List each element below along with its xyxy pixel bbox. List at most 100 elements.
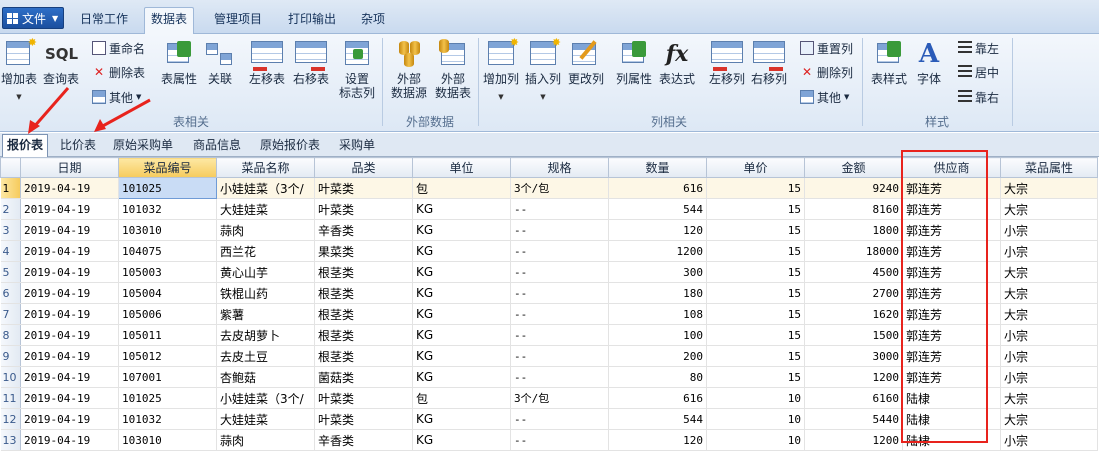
column-header[interactable]: 金额 xyxy=(804,157,903,178)
table-cell[interactable]: KG xyxy=(412,408,511,430)
table-cell[interactable]: 2019-04-19 xyxy=(20,177,119,199)
column-header[interactable]: 菜品名称 xyxy=(216,157,315,178)
table-cell[interactable]: 包 xyxy=(412,177,511,199)
table-cell[interactable]: 103010 xyxy=(118,429,217,451)
table-cell[interactable]: 铁棍山药 xyxy=(216,282,315,304)
table-cell[interactable]: 大宗 xyxy=(1000,282,1098,304)
column-header[interactable]: 数量 xyxy=(608,157,707,178)
column-header[interactable]: 菜品属性 xyxy=(1000,157,1098,178)
table-cell[interactable]: 郭连芳 xyxy=(902,240,1001,262)
table-cell[interactable]: 104075 xyxy=(118,240,217,262)
table-cell[interactable]: 1620 xyxy=(804,303,903,325)
row-number[interactable]: 11 xyxy=(0,387,21,409)
table-cell[interactable]: 616 xyxy=(608,177,707,199)
table-cell[interactable]: 小宗 xyxy=(1000,324,1098,346)
column-header[interactable]: 供应商 xyxy=(902,157,1001,178)
table-cell[interactable]: 544 xyxy=(608,408,707,430)
table-cell[interactable]: 6160 xyxy=(804,387,903,409)
column-props-button[interactable]: 列属性 xyxy=(613,39,655,86)
row-number[interactable]: 6 xyxy=(0,282,21,304)
table-cell[interactable]: 叶菜类 xyxy=(314,198,413,220)
table-cell[interactable]: 大宗 xyxy=(1000,408,1098,430)
table-cell[interactable]: 103010 xyxy=(118,219,217,241)
table-cell[interactable]: 小宗 xyxy=(1000,345,1098,367)
table-cell[interactable]: 蒜肉 xyxy=(216,429,315,451)
menu-tab-misc[interactable]: 杂项 xyxy=(355,8,391,34)
move-column-left-button[interactable]: 左移列 xyxy=(706,39,748,86)
table-cell[interactable]: 郭连芳 xyxy=(902,303,1001,325)
menu-tab-daily-work[interactable]: 日常工作 xyxy=(74,8,134,34)
row-number[interactable]: 8 xyxy=(0,324,21,346)
table-cell[interactable]: 9240 xyxy=(804,177,903,199)
sheet-tab-quote[interactable]: 报价表 xyxy=(2,134,49,157)
table-cell[interactable]: KG xyxy=(412,240,511,262)
other-table-menu[interactable]: 其他 ▼ xyxy=(92,88,141,106)
table-cell[interactable]: 2019-04-19 xyxy=(20,408,119,430)
table-cell[interactable]: 101025 xyxy=(118,177,217,199)
column-header[interactable]: 日期 xyxy=(20,157,119,178)
table-cell[interactable]: -- xyxy=(510,345,609,367)
table-cell[interactable]: 陆棣 xyxy=(902,429,1001,451)
table-cell[interactable]: 15 xyxy=(706,219,805,241)
corner-cell[interactable] xyxy=(0,157,21,178)
table-cell[interactable]: 2019-04-19 xyxy=(20,387,119,409)
table-cell[interactable]: 大娃娃菜 xyxy=(216,408,315,430)
table-cell[interactable]: -- xyxy=(510,198,609,220)
table-cell[interactable]: -- xyxy=(510,366,609,388)
table-cell[interactable]: 15 xyxy=(706,345,805,367)
table-cell[interactable]: 郭连芳 xyxy=(902,345,1001,367)
table-cell[interactable]: 1200 xyxy=(804,429,903,451)
table-cell[interactable]: 黄心山芋 xyxy=(216,261,315,283)
table-cell[interactable]: 15 xyxy=(706,198,805,220)
table-cell[interactable]: 郭连芳 xyxy=(902,261,1001,283)
table-cell[interactable]: 15 xyxy=(706,282,805,304)
table-cell[interactable]: 去皮土豆 xyxy=(216,345,315,367)
table-cell[interactable]: 2019-04-19 xyxy=(20,261,119,283)
menu-tab-print-output[interactable]: 打印输出 xyxy=(282,8,342,34)
table-cell[interactable]: KG xyxy=(412,303,511,325)
row-number[interactable]: 9 xyxy=(0,345,21,367)
table-cell[interactable]: 根茎类 xyxy=(314,345,413,367)
table-cell[interactable]: 3个/包 xyxy=(510,177,609,199)
table-cell[interactable]: 2019-04-19 xyxy=(20,219,119,241)
table-cell[interactable]: 105004 xyxy=(118,282,217,304)
external-table-button[interactable]: 外部 数据表 xyxy=(432,39,474,100)
table-cell[interactable]: 叶菜类 xyxy=(314,408,413,430)
column-header[interactable]: 单价 xyxy=(706,157,805,178)
table-cell[interactable]: 3000 xyxy=(804,345,903,367)
table-cell[interactable]: 辛香类 xyxy=(314,219,413,241)
delete-column-button[interactable]: ✕ 删除列 xyxy=(800,63,853,81)
table-cell[interactable]: 小娃娃菜（3个/ xyxy=(216,387,315,409)
table-cell[interactable]: 120 xyxy=(608,219,707,241)
table-cell[interactable]: 107001 xyxy=(118,366,217,388)
table-cell[interactable]: KG xyxy=(412,366,511,388)
move-table-right-button[interactable]: 右移表 xyxy=(290,39,332,86)
column-header[interactable]: 规格 xyxy=(510,157,609,178)
move-table-left-button[interactable]: 左移表 xyxy=(246,39,288,86)
table-cell[interactable]: 10 xyxy=(706,408,805,430)
table-cell[interactable]: 大娃娃菜 xyxy=(216,198,315,220)
table-cell[interactable]: 大宗 xyxy=(1000,177,1098,199)
other-column-menu[interactable]: 其他 ▼ xyxy=(800,88,849,106)
align-center-button[interactable]: 居中 xyxy=(958,63,999,81)
table-cell[interactable]: 郭连芳 xyxy=(902,282,1001,304)
table-props-button[interactable]: 表属性 xyxy=(158,39,200,86)
table-cell[interactable]: 2019-04-19 xyxy=(20,198,119,220)
table-cell[interactable]: -- xyxy=(510,324,609,346)
table-cell[interactable]: KG xyxy=(412,345,511,367)
table-cell[interactable]: 10 xyxy=(706,429,805,451)
table-cell[interactable]: 1500 xyxy=(804,324,903,346)
table-cell[interactable]: 2019-04-19 xyxy=(20,240,119,262)
table-cell[interactable]: 15 xyxy=(706,240,805,262)
table-cell[interactable]: 5440 xyxy=(804,408,903,430)
sheet-tab-compare[interactable]: 比价表 xyxy=(56,136,100,156)
table-cell[interactable]: 西兰花 xyxy=(216,240,315,262)
relate-button[interactable]: 关联 xyxy=(204,39,236,86)
table-cell[interactable]: 郭连芳 xyxy=(902,198,1001,220)
table-cell[interactable]: 1200 xyxy=(804,366,903,388)
table-cell[interactable]: -- xyxy=(510,261,609,283)
table-cell[interactable]: 小宗 xyxy=(1000,366,1098,388)
table-cell[interactable]: 15 xyxy=(706,303,805,325)
table-cell[interactable]: 2019-04-19 xyxy=(20,324,119,346)
table-cell[interactable]: 小宗 xyxy=(1000,219,1098,241)
